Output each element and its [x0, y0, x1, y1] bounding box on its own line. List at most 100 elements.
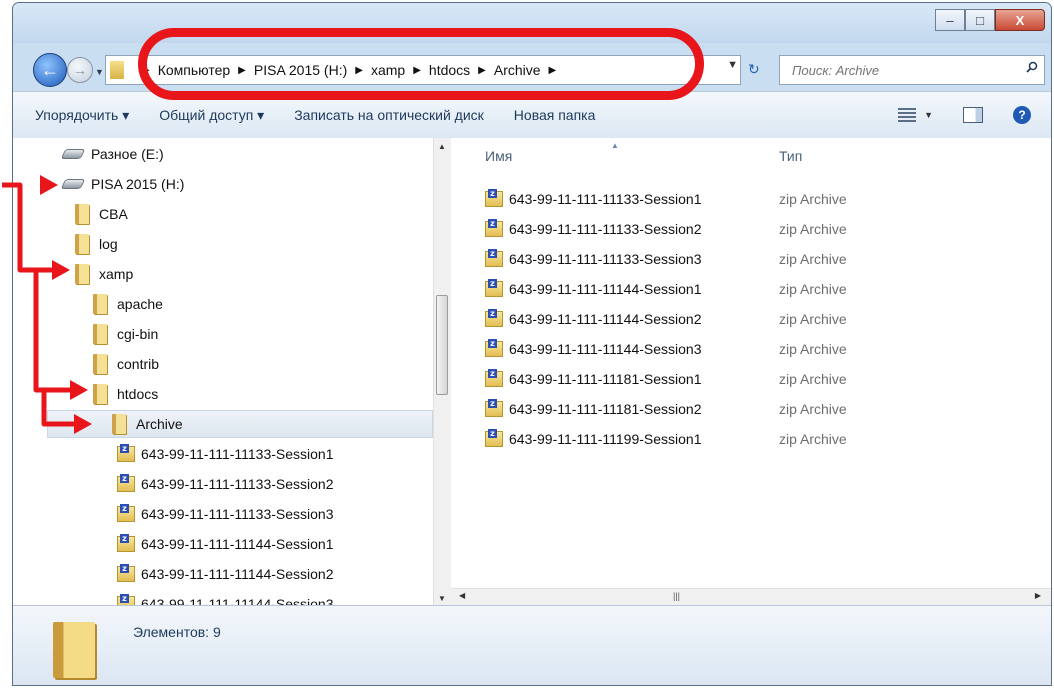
breadcrumb-item[interactable]: htdocs	[429, 62, 470, 78]
drive-icon	[60, 149, 86, 159]
scroll-right-icon[interactable]: ▶	[1035, 591, 1041, 600]
folder-icon	[75, 204, 89, 224]
file-row[interactable]: 643-99-11-111-11199-Session1 zip Archive	[485, 426, 1045, 452]
column-header-type[interactable]: Тип	[779, 148, 802, 164]
tree-item[interactable]: 643-99-11-111-11144-Session2	[117, 560, 334, 588]
file-row[interactable]: 643-99-11-111-11133-Session1 zip Archive	[485, 186, 1045, 212]
help-icon[interactable]: ?	[1013, 106, 1031, 124]
folder-icon	[75, 234, 89, 254]
tree-item[interactable]: htdocs	[93, 380, 158, 408]
search-icon[interactable]	[1026, 61, 1038, 73]
tree-item[interactable]: contrib	[93, 350, 159, 378]
file-row[interactable]: 643-99-11-111-11144-Session3 zip Archive	[485, 336, 1045, 362]
sort-ascending-icon: ▲	[611, 141, 619, 150]
file-row[interactable]: 643-99-11-111-11133-Session3 zip Archive	[485, 246, 1045, 272]
tree-item[interactable]: cgi-bin	[93, 320, 158, 348]
items-count: Элементов: 9	[133, 624, 221, 640]
zip-file-icon	[485, 249, 503, 267]
chevron-down-icon: ▼	[924, 110, 933, 120]
folder-icon	[93, 354, 107, 374]
zip-file-icon	[117, 474, 135, 492]
tree-item-label: Archive	[136, 416, 183, 432]
close-button[interactable]: X	[995, 9, 1045, 31]
breadcrumb-separator-icon[interactable]: ▶	[478, 65, 486, 76]
tree-item-label: CBA	[99, 206, 128, 222]
preview-pane-icon[interactable]	[963, 107, 983, 123]
tree-item-label: htdocs	[117, 386, 159, 402]
breadcrumb-item[interactable]: xamp	[371, 62, 405, 78]
address-dropdown-icon[interactable]: ▼	[727, 59, 738, 71]
maximize-button[interactable]: □	[965, 9, 995, 31]
drive-icon	[60, 179, 86, 189]
file-name: 643-99-11-111-11181-Session1	[509, 371, 702, 387]
zip-file-icon	[485, 399, 503, 417]
tree-item[interactable]: xamp	[75, 260, 133, 288]
forward-button[interactable]: →	[67, 57, 93, 83]
tree-item[interactable]: Разное (E:)	[60, 140, 164, 168]
recent-pages-dropdown-icon[interactable]: ▼	[95, 67, 104, 77]
tree-item[interactable]: 643-99-11-111-11144-Session3	[117, 590, 334, 605]
breadcrumb-separator-icon[interactable]: ▶	[355, 65, 363, 76]
share-button[interactable]: Общий доступ ▾	[159, 107, 264, 124]
scrollbar-thumb[interactable]	[436, 295, 448, 395]
file-list-horizontal-scrollbar[interactable]: ◀ ||| ▶	[451, 588, 1051, 606]
file-type: zip Archive	[779, 281, 847, 297]
breadcrumb-item[interactable]: Archive	[494, 62, 541, 78]
tree-item[interactable]: PISA 2015 (H:)	[60, 170, 184, 198]
breadcrumb-item[interactable]: Компьютер	[158, 62, 230, 78]
search-box[interactable]	[779, 55, 1045, 85]
refresh-icon[interactable]: ↻	[748, 61, 760, 78]
organize-button[interactable]: Упорядочить ▾	[35, 107, 129, 124]
file-row[interactable]: 643-99-11-111-11181-Session2 zip Archive	[485, 396, 1045, 422]
search-input[interactable]	[790, 61, 1014, 79]
tree-item[interactable]: CBA	[75, 200, 128, 228]
column-header-type-label: Тип	[779, 148, 803, 164]
zip-file-icon	[485, 369, 503, 387]
change-view-button[interactable]: ▼	[898, 108, 933, 122]
zip-file-icon	[485, 279, 503, 297]
tree-item[interactable]: Archive	[47, 410, 433, 438]
zip-file-icon	[485, 309, 503, 327]
file-type: zip Archive	[779, 221, 847, 237]
tree-item-label: contrib	[117, 356, 160, 372]
column-header-name[interactable]: Имя	[485, 148, 512, 164]
breadcrumb-segment: ▶ Archive	[470, 62, 540, 78]
file-name: 643-99-11-111-11199-Session1	[509, 431, 702, 447]
main-content: Разное (E:) PISA 2015 (H:) CBA log xamp apach…	[13, 138, 1051, 606]
breadcrumb-segment: ▶ PISA 2015 (H:)	[230, 62, 347, 78]
tree-item[interactable]: apache	[93, 290, 163, 318]
breadcrumb-separator-icon[interactable]: ▶	[142, 65, 150, 76]
tree-item[interactable]: log	[75, 230, 118, 258]
tree-item-label: log	[99, 236, 118, 252]
new-folder-button[interactable]: Новая папка	[514, 107, 596, 123]
minimize-button[interactable]: –	[935, 9, 965, 31]
file-row[interactable]: 643-99-11-111-11181-Session1 zip Archive	[485, 366, 1045, 392]
tree-item-label: 643-99-11-111-11144-Session2	[141, 566, 334, 582]
breadcrumb-segment: ▶ Компьютер	[134, 62, 230, 78]
breadcrumb-segment: ▶ xamp	[347, 62, 405, 78]
breadcrumb-separator-icon[interactable]: ▶	[413, 65, 421, 76]
file-row[interactable]: 643-99-11-111-11144-Session2 zip Archive	[485, 306, 1045, 332]
tree-item[interactable]: 643-99-11-111-11133-Session1	[117, 440, 334, 468]
address-bar[interactable]: ▶ Компьютер ▶ PISA 2015 (H:) ▶ xamp ▶ htdocs ▶ Ar…	[105, 55, 741, 85]
scroll-down-icon[interactable]: ▼	[438, 594, 446, 603]
scroll-left-icon[interactable]: ◀	[459, 591, 465, 600]
breadcrumb-separator-icon[interactable]: ▶	[238, 65, 246, 76]
tree-item[interactable]: 643-99-11-111-11133-Session2	[117, 470, 334, 498]
explorer-window: – □ X ← → ▼ ▶ Компьютер ▶ PISA 2015 (H:) ▶ xa…	[12, 2, 1052, 686]
zip-file-icon	[117, 564, 135, 582]
breadcrumb-item[interactable]: PISA 2015 (H:)	[254, 62, 347, 78]
tree-item-label: 643-99-11-111-11133-Session2	[141, 476, 334, 492]
file-row[interactable]: 643-99-11-111-11144-Session1 zip Archive	[485, 276, 1045, 302]
scroll-up-icon[interactable]: ▲	[438, 142, 446, 151]
tree-item-label: apache	[117, 296, 163, 312]
navigation-pane-scrollbar[interactable]: ▲ ▼	[433, 138, 451, 605]
tree-item[interactable]: 643-99-11-111-11144-Session1	[117, 530, 334, 558]
file-row[interactable]: 643-99-11-111-11133-Session2 zip Archive	[485, 216, 1045, 242]
navigation-pane: Разное (E:) PISA 2015 (H:) CBA log xamp apach…	[13, 138, 433, 605]
breadcrumb: ▶ Компьютер ▶ PISA 2015 (H:) ▶ xamp ▶ htdocs ▶ Ar…	[134, 62, 564, 78]
tree-item[interactable]: 643-99-11-111-11133-Session3	[117, 500, 334, 528]
breadcrumb-separator-icon[interactable]: ▶	[549, 65, 557, 76]
burn-disc-button[interactable]: Записать на оптический диск	[294, 107, 484, 123]
back-button[interactable]: ←	[33, 53, 67, 87]
